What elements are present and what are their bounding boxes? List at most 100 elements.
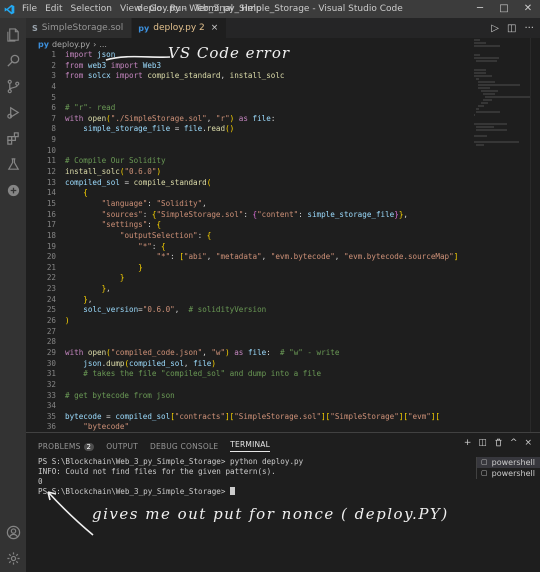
breadcrumb-file[interactable]: deploy.py xyxy=(52,40,90,49)
breadcrumb-more[interactable]: ... xyxy=(99,40,107,49)
code-line[interactable]: 29 with open("compiled_code.json", "w") a… xyxy=(26,348,474,359)
source-control-icon[interactable] xyxy=(0,74,26,98)
minimap[interactable] xyxy=(474,38,533,432)
code-line[interactable]: 20 "*": ["abi", "metadata", "evm.bytecod… xyxy=(26,252,474,263)
maximize-button[interactable]: □ xyxy=(492,0,516,18)
terminal-instance-2[interactable]: ▢ powershell xyxy=(477,468,540,479)
split-terminal-icon[interactable]: ◫ xyxy=(478,438,487,450)
menu-terminal[interactable]: Terminal xyxy=(191,4,237,14)
menu-run[interactable]: Run xyxy=(166,4,191,14)
code-text: "language": "Solidity", xyxy=(101,198,207,208)
code-line[interactable]: 6 # "r"- read xyxy=(26,103,474,114)
explorer-icon[interactable] xyxy=(0,22,26,46)
settings-gear-icon[interactable] xyxy=(0,546,26,570)
tab-terminal[interactable]: TERMINAL xyxy=(230,440,270,452)
tab-output[interactable]: OUTPUT xyxy=(106,442,138,451)
minimap-line xyxy=(476,111,501,113)
code-line[interactable]: 24 }, xyxy=(26,295,474,306)
code-line[interactable]: 13 compiled_sol = compile_standard( xyxy=(26,178,474,189)
code-line[interactable]: 35 bytecode = compiled_sol["contracts"]["… xyxy=(26,412,474,423)
line-number: 21 xyxy=(46,262,56,272)
editor-actions: ▷ ◫ ··· xyxy=(491,18,534,38)
run-file-icon[interactable]: ▷ xyxy=(491,23,499,34)
search-icon[interactable] xyxy=(0,48,26,72)
code-line[interactable]: 17 "settings": { xyxy=(26,220,474,231)
code-line[interactable]: 7 with open("./SimpleStorage.sol", "r") a… xyxy=(26,114,474,125)
tab-deploy-py[interactable]: py deploy.py 2 × xyxy=(132,18,228,38)
code-line[interactable]: 26) xyxy=(26,316,474,327)
maximize-panel-icon[interactable]: ^ xyxy=(510,438,518,450)
code-text: # "r"- read xyxy=(65,103,116,113)
code-line[interactable]: 23 }, xyxy=(26,284,474,295)
code-text: "*": ["abi", "metadata", "evm.bytecode",… xyxy=(156,252,459,262)
testing-flask-icon[interactable] xyxy=(0,152,26,176)
code-line[interactable]: 19 "*": { xyxy=(26,242,474,253)
line-number: 35 xyxy=(46,411,56,421)
more-actions-icon[interactable]: ··· xyxy=(524,23,534,34)
close-tab-icon[interactable]: × xyxy=(211,23,219,33)
close-panel-icon[interactable]: × xyxy=(524,438,532,450)
code-line[interactable]: 10 xyxy=(26,146,474,157)
editor-tabs: S SimpleStorage.sol py deploy.py 2 × xyxy=(26,18,540,38)
minimap-line xyxy=(474,54,481,56)
line-number: 23 xyxy=(46,284,56,294)
code-line[interactable]: 33 # get bytecode from json xyxy=(26,391,474,402)
code-line[interactable]: 9 xyxy=(26,135,474,146)
code-line[interactable]: 21 } xyxy=(26,263,474,274)
code-line[interactable]: 34 xyxy=(26,401,474,412)
line-number: 3 xyxy=(51,71,56,81)
tab-problems[interactable]: PROBLEMS 2 xyxy=(38,441,95,451)
close-window-button[interactable]: ✕ xyxy=(516,0,540,18)
terminal-name: powershell xyxy=(491,469,535,478)
run-debug-icon[interactable] xyxy=(0,100,26,124)
menu-edit[interactable]: Edit xyxy=(41,4,66,14)
code-text: }, xyxy=(83,294,93,304)
tab-simplestorage-sol[interactable]: S SimpleStorage.sol xyxy=(26,18,133,38)
menu-file[interactable]: File xyxy=(18,4,41,14)
code-line[interactable]: 18 "outputSelection": { xyxy=(26,231,474,242)
code-line[interactable]: 31 # takes the file "compiled_sol" and d… xyxy=(26,369,474,380)
code-line[interactable]: 2 from web3 import Web3 xyxy=(26,61,474,72)
menu-view[interactable]: View xyxy=(116,4,145,14)
tab-label: PROBLEMS xyxy=(38,441,81,451)
extensions-icon[interactable] xyxy=(0,126,26,150)
line-number: 20 xyxy=(46,252,56,262)
code-line[interactable]: 30 json.dump(compiled_sol, file) xyxy=(26,359,474,370)
code-line[interactable]: 14 { xyxy=(26,188,474,199)
kill-terminal-icon[interactable] xyxy=(494,438,503,450)
code-line[interactable]: 4 xyxy=(26,82,474,93)
remote-explorer-icon[interactable] xyxy=(0,178,26,202)
split-editor-icon[interactable]: ◫ xyxy=(507,23,516,34)
code-line[interactable]: 16 "sources": {"SimpleStorage.sol": {"co… xyxy=(26,210,474,221)
terminal-output[interactable]: PS S:\Blockchain\Web_3_py_Simple_Storage… xyxy=(38,457,476,497)
code-line[interactable]: 22 } xyxy=(26,273,474,284)
minimize-button[interactable]: ─ xyxy=(468,0,492,18)
minimap-line xyxy=(474,39,481,41)
code-line[interactable]: 11 # Compile Our Solidity xyxy=(26,156,474,167)
line-number: 8 xyxy=(51,124,56,134)
code-line[interactable]: 12 install_solc("0.6.0") xyxy=(26,167,474,178)
code-line[interactable]: 3 from solcx import compile_standard, ins… xyxy=(26,71,474,82)
tab-debug-console[interactable]: DEBUG CONSOLE xyxy=(150,442,218,451)
tab-label: deploy.py 2 xyxy=(153,23,205,33)
code-line[interactable]: 27 xyxy=(26,327,474,338)
code-line[interactable]: 25 solc_version="0.6.0", # solidityVersi… xyxy=(26,305,474,316)
code-line[interactable]: 28 xyxy=(26,337,474,348)
code-line[interactable]: 8 simple_storage_file = file.read() xyxy=(26,124,474,135)
account-icon[interactable] xyxy=(0,520,26,544)
code-line[interactable]: 5 xyxy=(26,93,474,104)
code-line[interactable]: 15 "language": "Solidity", xyxy=(26,199,474,210)
new-terminal-icon[interactable]: + xyxy=(464,438,472,450)
vscode-logo-icon xyxy=(0,0,18,18)
code-line[interactable]: 32 xyxy=(26,380,474,391)
editor-scrollbar[interactable] xyxy=(530,38,540,432)
menu-selection[interactable]: Selection xyxy=(67,4,116,14)
code-line[interactable]: 36 "bytecode" xyxy=(26,422,474,432)
code-editor[interactable]: 1 import json 2 from web3 import Web3 3 from … xyxy=(26,50,474,432)
terminal-instance-1[interactable]: ▢ powershell xyxy=(477,457,540,468)
menu-go[interactable]: Go xyxy=(145,4,165,14)
minimap-line xyxy=(474,72,486,74)
menu-help[interactable]: Help xyxy=(237,4,266,14)
